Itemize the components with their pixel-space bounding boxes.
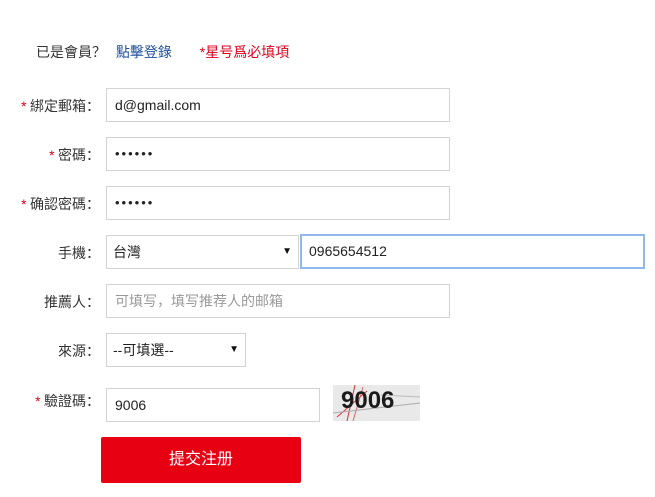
email-label: * 綁定郵箱： (20, 98, 100, 114)
referrer-label: 推薦人： (44, 294, 100, 310)
caret-down-icon: ▼ (282, 246, 292, 257)
source-selected: --可填選-- (113, 342, 174, 358)
source-label: 來源： (58, 343, 100, 359)
confirm-password-field[interactable]: •••••• (106, 186, 450, 220)
login-link[interactable]: 點擊登錄 (116, 44, 172, 60)
caret-down-icon: ▼ (229, 344, 239, 355)
password-label: * 密碼： (48, 147, 100, 163)
captcha-text: 9006 (341, 387, 395, 414)
country-select[interactable]: 台灣 ▼ (106, 235, 299, 269)
login-prompt: 已是會員？ 點擊登錄 *星号爲必填項 (36, 42, 289, 62)
referrer-input[interactable]: 可填写，填写推荐人的邮箱 (106, 284, 450, 318)
member-question: 已是會員？ (36, 44, 106, 60)
submit-register-button[interactable]: 提交注册 (101, 437, 301, 483)
required-star: * (20, 196, 26, 212)
phone-label: 手機： (58, 245, 100, 261)
required-note: *星号爲必填項 (199, 44, 290, 60)
password-field[interactable]: •••••• (106, 137, 450, 171)
email-field[interactable]: d@gmail.com (106, 88, 450, 122)
required-star: * (20, 98, 26, 114)
confirm-password-label: * 确認密碼： (20, 196, 100, 212)
captcha-image[interactable]: 9006 (333, 385, 420, 421)
captcha-input[interactable]: 9006 (106, 388, 320, 422)
country-selected: 台灣 (113, 244, 141, 260)
captcha-label: * 驗證碼： (34, 393, 100, 409)
source-select[interactable]: --可填選-- ▼ (106, 333, 246, 367)
required-star: * (48, 147, 54, 163)
phone-input[interactable]: 0965654512 (300, 234, 645, 269)
required-star: * (34, 393, 40, 409)
